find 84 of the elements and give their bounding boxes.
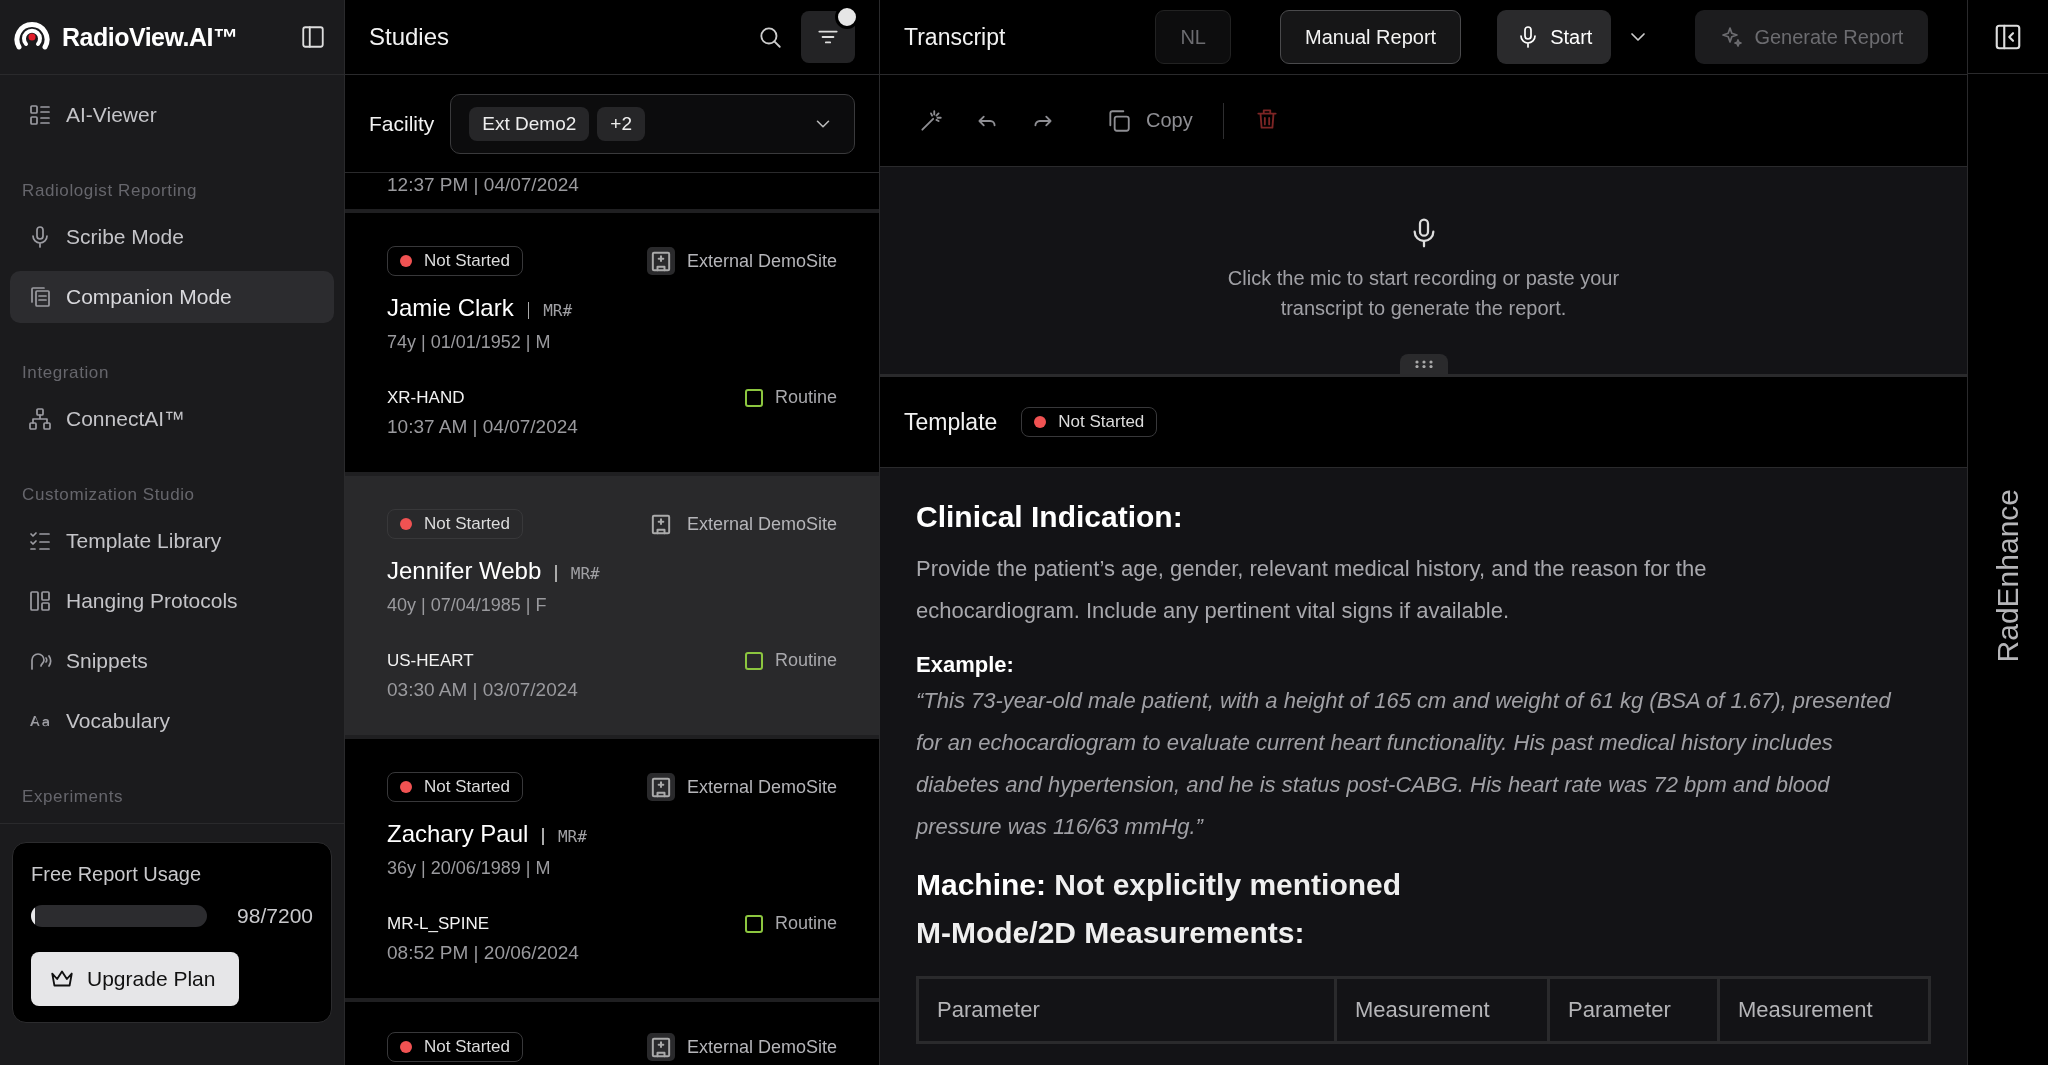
section-heading: M-Mode/2D Measurements: <box>916 916 1306 950</box>
brand-name: RadioView.AI™ <box>62 22 239 52</box>
start-button[interactable]: Start <box>1497 10 1612 64</box>
example-label: Example: <box>916 651 1015 679</box>
nav-item[interactable]: Hanging Protocols <box>10 575 334 627</box>
copy-icon <box>1106 107 1132 134</box>
facility-chip: +2 <box>597 106 645 141</box>
building-icon <box>646 773 675 801</box>
usage-count: 98/7200 <box>237 904 313 928</box>
table-header: Parameter <box>1550 979 1720 1041</box>
mr-label: MR# <box>543 301 573 320</box>
nav-item[interactable]: AI-Viewer <box>10 89 334 141</box>
section-heading: Integration <box>21 362 110 384</box>
nav-item[interactable]: Template Library <box>10 515 334 567</box>
copy-button[interactable]: Copy <box>1106 107 1193 134</box>
patient-name: Jamie Clark <box>387 294 514 322</box>
study-card[interactable]: Not Started External DemoSite Jennifer Webb MR# 40y | 07/04/1985 | F US-HEART Routine 03:30 AM | 03/07/2024 <box>345 476 879 739</box>
pages-icon <box>28 285 52 309</box>
example-text: “This 73-year-old male patient, with a height of 165 cm and weight of 61 kg (BSA of 1.67), presented for an echocardiogram to evaluate current heart functionality. His past medical history includes diabetes and hypertension, and he is status post-CABG. His heart rate was 72 bpm and blood pressure was 116/63 mmHg.” <box>916 687 1893 841</box>
nav-item[interactable]: ConnectAI™ <box>10 393 334 445</box>
nav-item[interactable]: Vocabulary <box>10 695 334 747</box>
section-heading: Clinical Indication: <box>916 500 1184 534</box>
site-name: External DemoSite <box>686 513 837 535</box>
table-header: Measurement <box>1337 979 1550 1041</box>
study-time: 03:30 AM | 03/07/2024 <box>387 679 579 701</box>
priority-label: Routine <box>774 387 837 408</box>
transcript-hint: Click the mic to start recording or paste your transcript to generate the report. <box>1226 266 1621 321</box>
instruction-text: Provide the patient’s age, gender, relevant medical history, and the reason for the echocardiogram. Include any pertinent vital signs if available. <box>916 555 1708 625</box>
table-header: Parameter <box>919 979 1337 1041</box>
building-icon <box>646 247 675 275</box>
priority-icon <box>744 651 763 670</box>
patient-demographics: 74y | 01/01/1952 | M <box>387 332 552 353</box>
rail-title[interactable]: RadEnhance <box>1991 489 2025 663</box>
site-name: External DemoSite <box>686 250 837 272</box>
nav-item[interactable]: Snippets <box>10 635 334 687</box>
study-type: US-HEART <box>387 650 474 671</box>
status-badge: Not Started <box>387 509 523 539</box>
facility-label: Facility <box>369 111 435 136</box>
section-heading: Customization Studio <box>21 484 196 506</box>
mr-label: MR# <box>557 827 587 846</box>
study-time: 12:37 PM | 04/07/2024 <box>387 174 579 195</box>
sparkle-icon <box>1720 25 1745 49</box>
study-time: 08:52 PM | 20/06/2024 <box>387 942 580 964</box>
table-header: Measurement <box>1737 996 1874 1024</box>
patient-name: Jennifer Webb <box>387 557 542 585</box>
patient-name: Zachary Paul <box>387 820 529 848</box>
status-badge: Not Started <box>387 772 523 802</box>
checklist-icon <box>28 529 52 553</box>
panel-title: Studies <box>369 23 451 51</box>
facility-select[interactable]: Ext Demo2 +2 <box>450 93 855 154</box>
status-badge: Not Started <box>387 1032 523 1062</box>
study-type: MR-L_SPINE <box>387 913 490 934</box>
section-heading: Machine: Not explicitly mentioned <box>916 868 1403 902</box>
list-icon <box>28 103 52 127</box>
site-name: External DemoSite <box>686 776 837 798</box>
status-badge: Not Started <box>387 246 523 276</box>
priority-icon <box>744 914 763 933</box>
search-icon[interactable] <box>757 24 783 50</box>
study-type: XR-HAND <box>387 387 465 408</box>
site-name: External DemoSite <box>686 1036 837 1058</box>
resize-handle[interactable] <box>1399 354 1448 374</box>
section-title: Template <box>904 408 998 436</box>
magic-wand-icon[interactable] <box>918 107 944 134</box>
panel-title: Transcript <box>904 23 1006 51</box>
patient-demographics: 36y | 20/06/1989 | M <box>387 858 552 879</box>
manual-report-button[interactable]: Manual Report <box>1279 10 1462 64</box>
patient-demographics: 40y | 07/04/1985 | F <box>387 595 548 616</box>
section-heading: Radiologist Reporting <box>21 180 199 202</box>
status-badge: Not Started <box>1021 407 1158 437</box>
usage-title: Free Report Usage <box>31 863 203 886</box>
nav-item[interactable]: Scribe Mode <box>10 211 334 263</box>
priority-icon <box>744 388 763 407</box>
priority-label: Routine <box>774 650 837 671</box>
building-icon <box>646 1033 675 1061</box>
sidebar-toggle-icon[interactable] <box>300 24 326 50</box>
nav-item[interactable]: Companion Mode <box>10 271 334 323</box>
network-icon <box>28 407 52 431</box>
priority-label: Routine <box>774 913 837 934</box>
upgrade-button[interactable]: Upgrade Plan <box>31 952 240 1006</box>
study-time: 10:37 AM | 04/07/2024 <box>387 416 579 438</box>
section-heading: Experiments <box>21 786 125 808</box>
mr-label: MR# <box>570 564 600 583</box>
layout-icon <box>28 589 52 613</box>
facility-chip: Ext Demo2 <box>469 106 590 141</box>
